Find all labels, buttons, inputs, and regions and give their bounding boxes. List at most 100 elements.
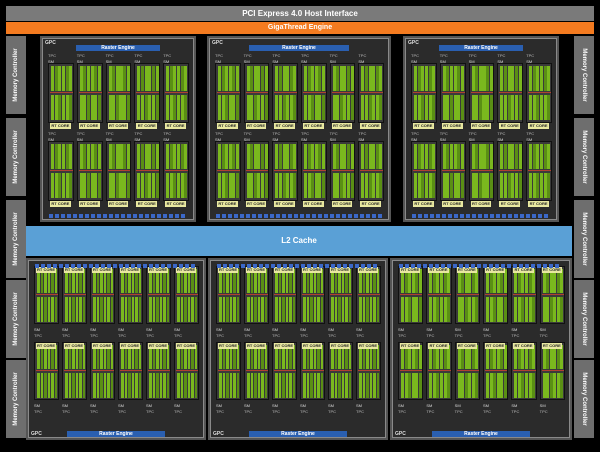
cache-unit	[258, 214, 262, 218]
register-divider	[541, 370, 564, 372]
cuda-core-bar	[486, 144, 490, 170]
sm-block	[358, 63, 384, 123]
register-divider	[136, 92, 160, 94]
cache-unit	[355, 264, 359, 268]
cuda-core-bar	[375, 66, 379, 92]
tpc-label: TPC	[526, 53, 535, 58]
gpc-bottom-3: GPC Raster Engine TPC SM RT CORE TPC SM RT CORE…	[390, 258, 572, 440]
cuda-core-bar	[232, 173, 236, 199]
register-divider	[78, 92, 102, 94]
cuda-core-bar	[90, 144, 94, 170]
cuda-core-bar	[511, 95, 515, 121]
cuda-core-bar	[464, 297, 468, 322]
sm-block	[146, 266, 171, 324]
sm-label: SM	[511, 327, 518, 332]
cuda-core-bar	[536, 144, 540, 170]
cuda-core-bar	[457, 373, 461, 398]
cuda-core-bar	[148, 95, 152, 121]
cuda-core-bar	[417, 95, 421, 121]
cuda-core-bar	[536, 66, 540, 92]
register-divider	[176, 294, 198, 296]
cuda-core-bar	[471, 144, 475, 170]
tpc-label: TPC	[439, 131, 448, 136]
cuda-core-bar	[282, 95, 286, 121]
tpc-label: TPC	[216, 409, 224, 414]
cuda-core-bar	[148, 144, 152, 170]
cuda-core-bar	[94, 66, 98, 92]
cuda-core-bar	[119, 173, 123, 199]
cache-unit	[270, 214, 274, 218]
tpc-label: TPC	[215, 53, 223, 58]
cuda-core-bar	[362, 297, 366, 322]
cuda-core-bar	[372, 144, 376, 170]
cuda-core-bar	[320, 297, 324, 322]
rt-core: RT CORE	[274, 201, 295, 207]
tpc-label: TPC	[511, 409, 520, 414]
cuda-core-bar	[156, 373, 159, 398]
cuda-core-bar	[155, 144, 159, 170]
cuda-core-bar	[475, 66, 479, 92]
rt-core: RT CORE	[302, 343, 322, 349]
cuda-core-bar	[369, 373, 373, 398]
cuda-core-bar	[173, 66, 177, 92]
cache-unit	[307, 264, 311, 268]
cache-unit	[418, 214, 422, 218]
cuda-core-bar	[556, 373, 560, 398]
sm-block	[34, 342, 59, 400]
sm-label: SM	[90, 403, 96, 408]
memory-controller-label: Memory Controller	[581, 372, 587, 426]
cuda-core-bar	[514, 297, 518, 322]
cuda-core-bar	[482, 95, 486, 121]
cache-unit	[83, 264, 87, 268]
cuda-core-bar	[72, 297, 75, 322]
cuda-core-bar	[177, 173, 181, 199]
sm-block	[356, 342, 381, 400]
memory-controller-label: Memory Controller	[581, 292, 587, 346]
cache-unit	[424, 214, 428, 218]
cache-unit	[301, 264, 305, 268]
cache-unit	[448, 214, 452, 218]
cuda-core-bar	[282, 297, 285, 322]
cache-unit	[459, 264, 463, 268]
cuda-core-bar	[151, 95, 155, 121]
cuda-core-bar	[511, 173, 515, 199]
gpc-frame: GPC Raster Engine TPC SM RT CORE TPC SM RT CORE…	[42, 38, 194, 220]
cuda-core-bar	[540, 95, 544, 121]
cuda-core-bar	[83, 66, 87, 92]
cuda-core-bar	[293, 144, 297, 170]
sm-block	[90, 266, 115, 324]
cuda-core-bar	[496, 297, 500, 322]
cuda-core-bar	[58, 66, 62, 92]
cuda-core-bar	[457, 95, 461, 121]
sm-label: SM	[300, 327, 306, 332]
cuda-core-bar	[107, 297, 110, 322]
register-divider	[50, 170, 73, 172]
cuda-core-bar	[115, 66, 119, 92]
cuda-core-bar	[361, 66, 365, 92]
gpc-frame: GPC Raster Engine TPC SM RT CORE TPC SM RT CORE…	[209, 38, 389, 220]
cuda-core-bar	[432, 173, 436, 199]
cache-unit	[342, 214, 346, 218]
cache-unit	[229, 264, 233, 268]
cuda-core-bar	[246, 144, 250, 170]
cache-unit	[265, 264, 269, 268]
sm-block	[105, 63, 132, 123]
cuda-core-bar	[343, 66, 347, 92]
cuda-core-bar	[322, 144, 326, 170]
cuda-core-bar	[236, 144, 240, 170]
sm-block	[426, 266, 452, 324]
tpc-label: TPC	[539, 409, 548, 414]
texture-cache-row	[217, 264, 381, 268]
cuda-core-bar	[408, 373, 412, 398]
cuda-core-bar	[225, 144, 229, 170]
cache-unit	[73, 214, 77, 218]
cuda-core-bar	[318, 144, 322, 170]
tpc-label: TPC	[301, 131, 309, 136]
tpc-label: TPC	[174, 333, 182, 338]
cuda-core-bar	[184, 297, 187, 322]
cuda-core-bar	[489, 297, 493, 322]
cuda-core-bar	[246, 173, 250, 199]
cuda-core-bar	[314, 66, 318, 92]
cuda-core-bar	[144, 66, 148, 92]
cuda-core-bar	[97, 95, 101, 121]
